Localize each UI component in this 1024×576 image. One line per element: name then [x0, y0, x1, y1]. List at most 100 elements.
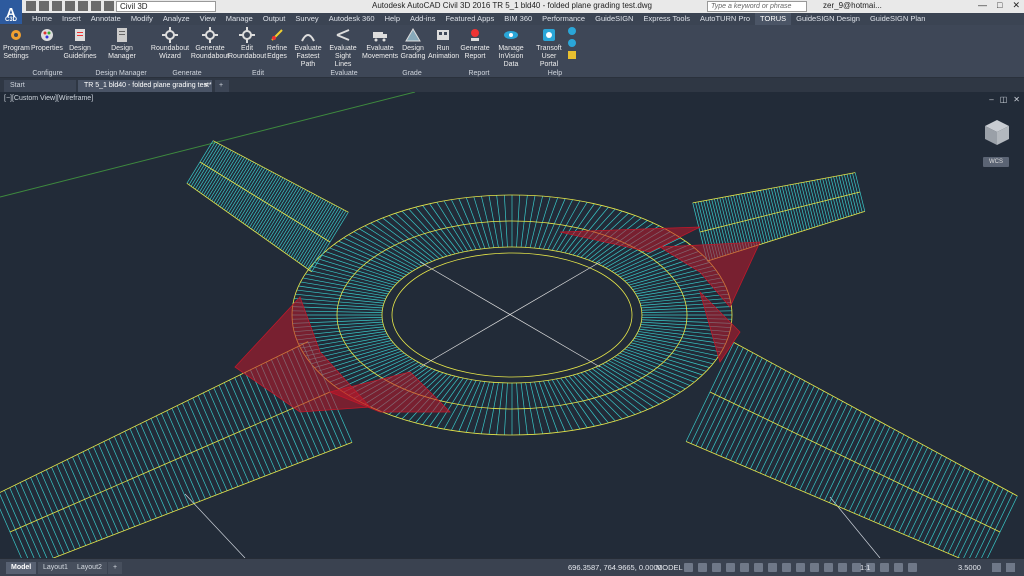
annotation-visibility-icon[interactable] [838, 563, 847, 572]
tab-start[interactable]: Start [4, 80, 76, 92]
otrack-icon[interactable] [754, 563, 763, 572]
workspace-dropdown[interactable]: Civil 3D [116, 1, 216, 12]
tab-guidesign-plan[interactable]: GuideSIGN Plan [865, 13, 930, 25]
tab-layout2[interactable]: Layout2 [72, 562, 107, 574]
notes-icon[interactable] [568, 51, 576, 59]
customization-menu-icon[interactable] [1006, 563, 1015, 572]
tab-guidesign-design[interactable]: GuideSIGN Design [791, 13, 865, 25]
search-input[interactable]: Type a keyword or phrase [707, 1, 807, 12]
design-manager-button[interactable]: Design Manager [107, 27, 137, 61]
help-icon[interactable] [568, 27, 576, 35]
tab-view[interactable]: View [195, 13, 221, 25]
open-icon[interactable] [39, 1, 49, 11]
save-as-icon[interactable] [65, 1, 75, 11]
red-grading-zone [699, 290, 741, 363]
application-menu-button[interactable]: A C3D [0, 0, 22, 24]
generate-roundabout-label: Generate Roundabout [190, 45, 230, 60]
refine-edges-button[interactable]: Refine Edges [266, 27, 288, 61]
quick-properties-icon[interactable] [908, 563, 917, 572]
tab-manage[interactable]: Manage [221, 13, 258, 25]
tab-model[interactable]: Model [6, 562, 37, 574]
generate-roundabout-button[interactable]: Generate Roundabout [190, 27, 230, 61]
restore-button[interactable]: □ [997, 0, 1002, 11]
evaluate-sight-lines-button[interactable]: Evaluate Sight Lines [326, 27, 360, 69]
close-button[interactable]: ✕ [1012, 0, 1020, 11]
roundabout-drawing[interactable] [0, 92, 1024, 558]
tab-drawing[interactable]: TR 5_1 bld40 - folded plane grading test… [78, 80, 212, 92]
panel-help: Transoft User Portal Help [530, 25, 580, 78]
print-icon[interactable] [78, 1, 88, 11]
properties-button[interactable]: Properties [31, 27, 63, 53]
tab-modify[interactable]: Modify [126, 13, 158, 25]
annomonitor-icon[interactable] [880, 563, 889, 572]
transoft-portal-button[interactable]: Transoft User Portal [532, 27, 566, 69]
design-guidelines-button[interactable]: Design Guidelines [63, 27, 97, 61]
wcs-menu[interactable]: WCS [983, 157, 1009, 167]
tab-performance[interactable]: Performance [537, 13, 590, 25]
tab-autoturn-pro[interactable]: AutoTURN Pro [695, 13, 755, 25]
dynamic-ucs-icon[interactable] [824, 563, 833, 572]
osnap-icon[interactable] [740, 563, 749, 572]
design-grading-button[interactable]: Design Grading [400, 27, 426, 61]
tab-help[interactable]: Help [380, 13, 405, 25]
roundabout-wizard-button[interactable]: Roundabout Wizard [150, 27, 190, 61]
close-viewport-icon[interactable]: ✕ [1013, 95, 1020, 104]
user-account[interactable]: zer_9@hotmai... [823, 1, 882, 10]
close-tab-icon[interactable]: × [204, 80, 208, 92]
viewcube-icon[interactable] [982, 117, 1012, 147]
selection-cycling-icon[interactable] [796, 563, 805, 572]
coordinate-readout[interactable]: 696.3587, 764.9665, 0.0000 [568, 563, 662, 572]
tab-torus[interactable]: TORUS [755, 13, 792, 25]
tab-layout1[interactable]: Layout1 [38, 562, 73, 574]
design-grading-label: Design Grading [400, 45, 426, 60]
transparency-icon[interactable] [782, 563, 791, 572]
tab-analyze[interactable]: Analyze [158, 13, 195, 25]
fastest-path-icon [301, 34, 315, 42]
polar-icon[interactable] [726, 563, 735, 572]
tab-output[interactable]: Output [258, 13, 291, 25]
tab-insert[interactable]: Insert [57, 13, 86, 25]
info-icon[interactable] [568, 39, 576, 47]
undo-icon[interactable] [91, 1, 101, 11]
evaluate-movements-button[interactable]: Evaluate Movements [362, 27, 398, 61]
tab-home[interactable]: Home [27, 13, 57, 25]
drawing-viewport[interactable]: [−][Custom View][Wireframe] – ◫ ✕ WCS [0, 92, 1024, 558]
generate-report-button[interactable]: Generate Report [460, 27, 490, 61]
new-tab-button[interactable]: + [215, 80, 229, 92]
tab-annotate[interactable]: Annotate [86, 13, 126, 25]
manage-invision-button[interactable]: Manage InVision Data [492, 27, 530, 69]
tab-survey[interactable]: Survey [290, 13, 323, 25]
snap-icon[interactable] [698, 563, 707, 572]
hardware-accel-icon[interactable] [992, 563, 1001, 572]
panel-label-help: Help [547, 70, 563, 77]
new-icon[interactable] [26, 1, 36, 11]
minimize-viewport-icon[interactable]: – [989, 95, 993, 104]
model-space-toggle[interactable]: MODEL [656, 563, 683, 572]
tab-guidesign[interactable]: GuideSIGN [590, 13, 638, 25]
ring-edge [381, 246, 643, 384]
tab-autodesk-360[interactable]: Autodesk 360 [324, 13, 380, 25]
redo-icon[interactable] [104, 1, 114, 11]
lineweight-icon[interactable] [768, 563, 777, 572]
tab-featured-apps[interactable]: Featured Apps [440, 13, 499, 25]
minimize-button[interactable]: — [978, 0, 987, 11]
run-animation-button[interactable]: Run Animation [428, 27, 459, 61]
ortho-icon[interactable] [712, 563, 721, 572]
program-settings-button[interactable]: Program Settings [3, 27, 30, 61]
restore-viewport-icon[interactable]: ◫ [1000, 95, 1008, 104]
tab-add-ins[interactable]: Add-ins [405, 13, 440, 25]
annotation-scale[interactable]: 1:1 [860, 563, 870, 572]
grid-icon[interactable] [684, 563, 693, 572]
tab-bim-360[interactable]: BIM 360 [499, 13, 537, 25]
save-icon[interactable] [52, 1, 62, 11]
edit-roundabout-button[interactable]: Edit Roundabout [228, 27, 266, 61]
tab-express-tools[interactable]: Express Tools [638, 13, 695, 25]
elevation-value[interactable]: 3.5000 [958, 563, 981, 572]
3d-osnap-icon[interactable] [810, 563, 819, 572]
evaluate-sight-lines-label: Evaluate Sight Lines [329, 45, 357, 68]
design-guidelines-label: Design Guidelines [63, 45, 97, 60]
viewport-label[interactable]: [−][Custom View][Wireframe] [4, 95, 93, 102]
add-layout-button[interactable]: + [108, 562, 123, 574]
units-icon[interactable] [894, 563, 903, 572]
evaluate-fastest-path-button[interactable]: Evaluate Fastest Path [290, 27, 326, 69]
